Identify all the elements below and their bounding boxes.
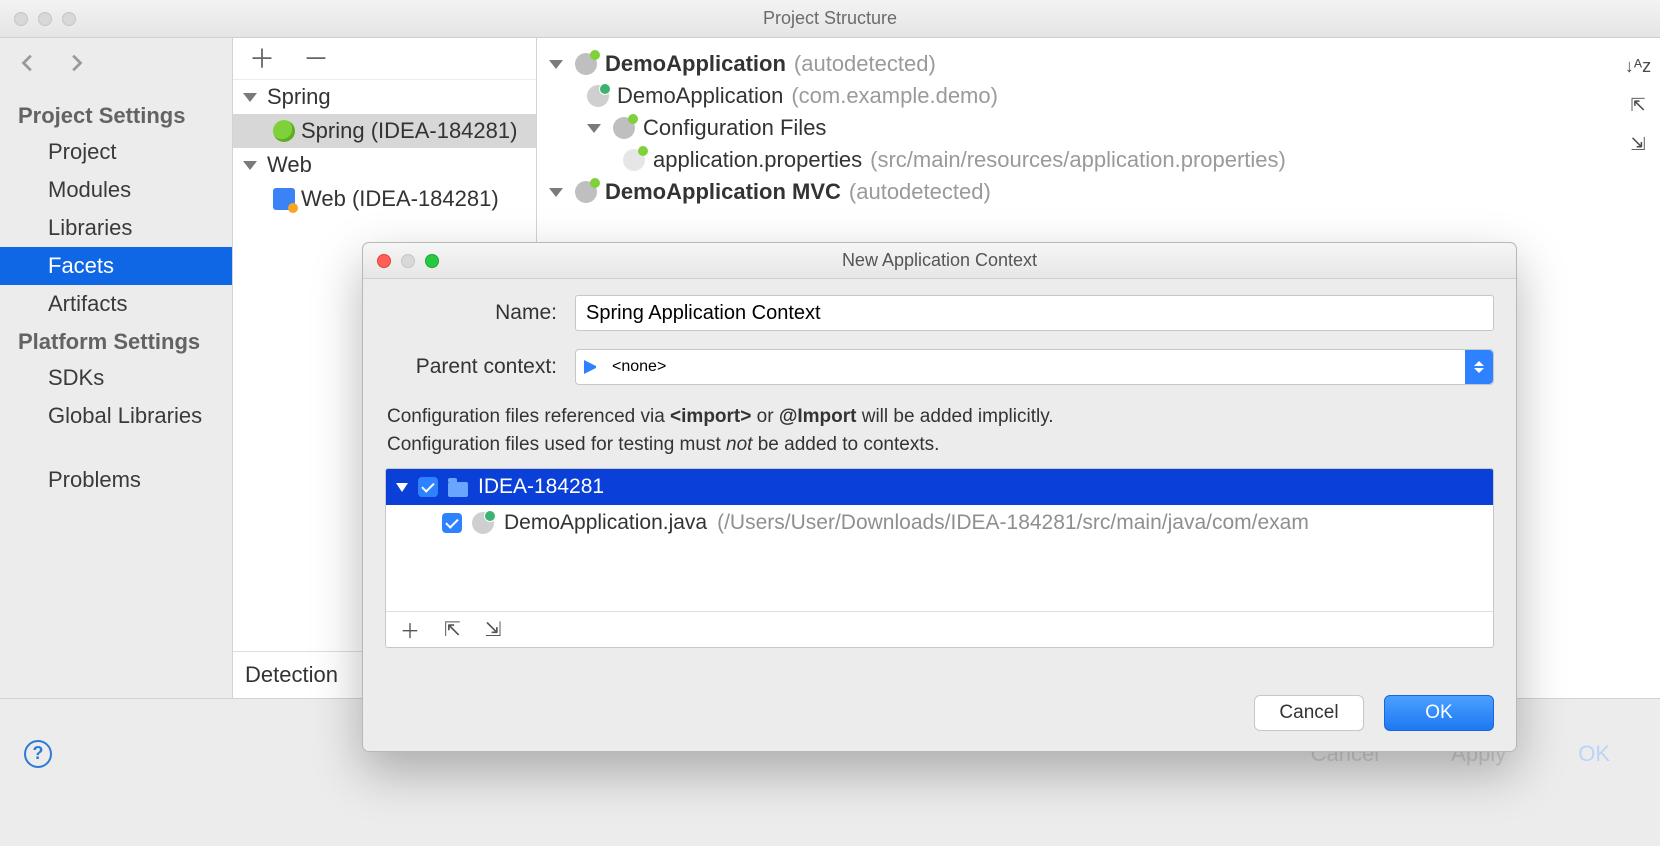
dialog-titlebar: New Application Context (363, 243, 1516, 279)
new-application-context-dialog: New Application Context Name: Parent con… (362, 242, 1517, 752)
spring-boot-icon (587, 85, 609, 107)
sidebar-item-facets[interactable]: Facets (0, 247, 232, 285)
spring-config-icon (613, 117, 635, 139)
sidebar-item-project[interactable]: Project (0, 133, 232, 171)
ctx-config-files[interactable]: Configuration Files (643, 115, 826, 141)
help-button[interactable]: ? (24, 740, 52, 768)
facet-spring-module[interactable]: Spring (IDEA-184281) (301, 118, 517, 144)
expand-all-icon[interactable]: ⇱ (444, 617, 461, 642)
close-icon[interactable] (14, 12, 28, 26)
ctx-demoapp-mvc: DemoApplication MVC (605, 179, 841, 205)
ctx-demoapp-class[interactable]: DemoApplication (617, 83, 783, 109)
tree-file-label: DemoApplication.java (504, 511, 707, 535)
window-title: Project Structure (0, 8, 1660, 29)
ok-button[interactable]: OK (1384, 695, 1494, 731)
chevron-down-icon[interactable] (396, 483, 408, 492)
ok-button-bg[interactable]: OK (1552, 733, 1636, 775)
section-platform-settings: Platform Settings (0, 323, 232, 359)
arrow-right-icon (584, 360, 604, 374)
zoom-icon[interactable] (62, 12, 76, 26)
facet-web-module[interactable]: Web (IDEA-184281) (301, 186, 499, 212)
ctx-suffix: (src/main/resources/application.properti… (870, 147, 1286, 173)
chevron-down-icon[interactable] (549, 60, 563, 69)
chevron-down-icon[interactable] (549, 188, 563, 197)
collapse-all-icon[interactable]: ⇲ (485, 617, 502, 642)
chevron-down-icon[interactable] (243, 93, 257, 102)
sort-alpha-icon[interactable]: ↓ᴬᴢ (1625, 56, 1651, 77)
minimize-icon[interactable] (38, 12, 52, 26)
ctx-app-properties[interactable]: application.properties (653, 147, 862, 173)
web-icon (273, 188, 295, 210)
combo-stepper-icon[interactable] (1465, 350, 1493, 384)
facet-group-spring[interactable]: Spring (267, 84, 331, 110)
context-name-input[interactable] (575, 295, 1494, 331)
sidebar-item-artifacts[interactable]: Artifacts (0, 285, 232, 323)
remove-icon[interactable]: － (303, 46, 329, 72)
section-project-settings: Project Settings (0, 97, 232, 133)
chevron-down-icon[interactable] (587, 124, 601, 133)
config-files-box: IDEA-184281 DemoApplication.java (/Users… (385, 468, 1494, 648)
tree-root-label: IDEA-184281 (478, 475, 604, 499)
parent-context-label: Parent context: (385, 355, 575, 379)
sidebar-item-sdks[interactable]: SDKs (0, 359, 232, 397)
spring-icon (273, 120, 295, 142)
chevron-down-icon[interactable] (243, 161, 257, 170)
traffic-lights (0, 12, 76, 26)
sidebar-item-libraries[interactable]: Libraries (0, 209, 232, 247)
folder-icon (448, 482, 468, 497)
checkbox-checked-icon[interactable] (418, 477, 438, 497)
spring-config-icon (575, 181, 597, 203)
expand-all-icon[interactable]: ⇱ (1630, 95, 1645, 116)
parent-context-value: <none> (612, 358, 666, 376)
spring-config-icon (575, 53, 597, 75)
tree-row-file[interactable]: DemoApplication.java (/Users/User/Downlo… (386, 505, 1493, 541)
add-icon[interactable]: ＋ (400, 615, 420, 644)
tree-file-path: (/Users/User/Downloads/IDEA-184281/src/m… (717, 511, 1309, 535)
sidebar-item-modules[interactable]: Modules (0, 171, 232, 209)
cancel-button[interactable]: Cancel (1254, 695, 1364, 731)
spring-boot-icon (472, 512, 494, 534)
ctx-suffix: (autodetected) (849, 179, 991, 205)
window-titlebar: Project Structure (0, 0, 1660, 38)
ctx-suffix: (com.example.demo) (791, 83, 998, 109)
tree-row-root[interactable]: IDEA-184281 (386, 469, 1493, 505)
sidebar-item-global-libraries[interactable]: Global Libraries (0, 397, 232, 435)
facet-group-web[interactable]: Web (267, 152, 312, 178)
settings-sidebar: Project Settings Project Modules Librari… (0, 38, 233, 698)
config-files-tree[interactable]: IDEA-184281 DemoApplication.java (/Users… (386, 469, 1493, 611)
parent-context-combo[interactable]: <none> (575, 349, 1494, 385)
name-label: Name: (385, 301, 575, 325)
context-tree[interactable]: DemoApplication (autodetected) DemoAppli… (537, 38, 1660, 218)
filebox-toolbar: ＋ ⇱ ⇲ (386, 611, 1493, 647)
nav-forward-icon[interactable] (64, 52, 86, 79)
add-icon[interactable]: ＋ (249, 46, 275, 72)
nav-back-icon[interactable] (18, 52, 40, 79)
dialog-title: New Application Context (363, 250, 1516, 271)
collapse-all-icon[interactable]: ⇲ (1630, 134, 1645, 155)
checkbox-checked-icon[interactable] (442, 513, 462, 533)
facets-toolbar: ＋ － (233, 38, 536, 80)
dialog-hint: Configuration files referenced via <impo… (387, 403, 1492, 458)
ctx-demoapp: DemoApplication (605, 51, 786, 77)
sidebar-item-problems[interactable]: Problems (0, 461, 232, 499)
properties-icon (623, 149, 645, 171)
ctx-suffix: (autodetected) (794, 51, 936, 77)
